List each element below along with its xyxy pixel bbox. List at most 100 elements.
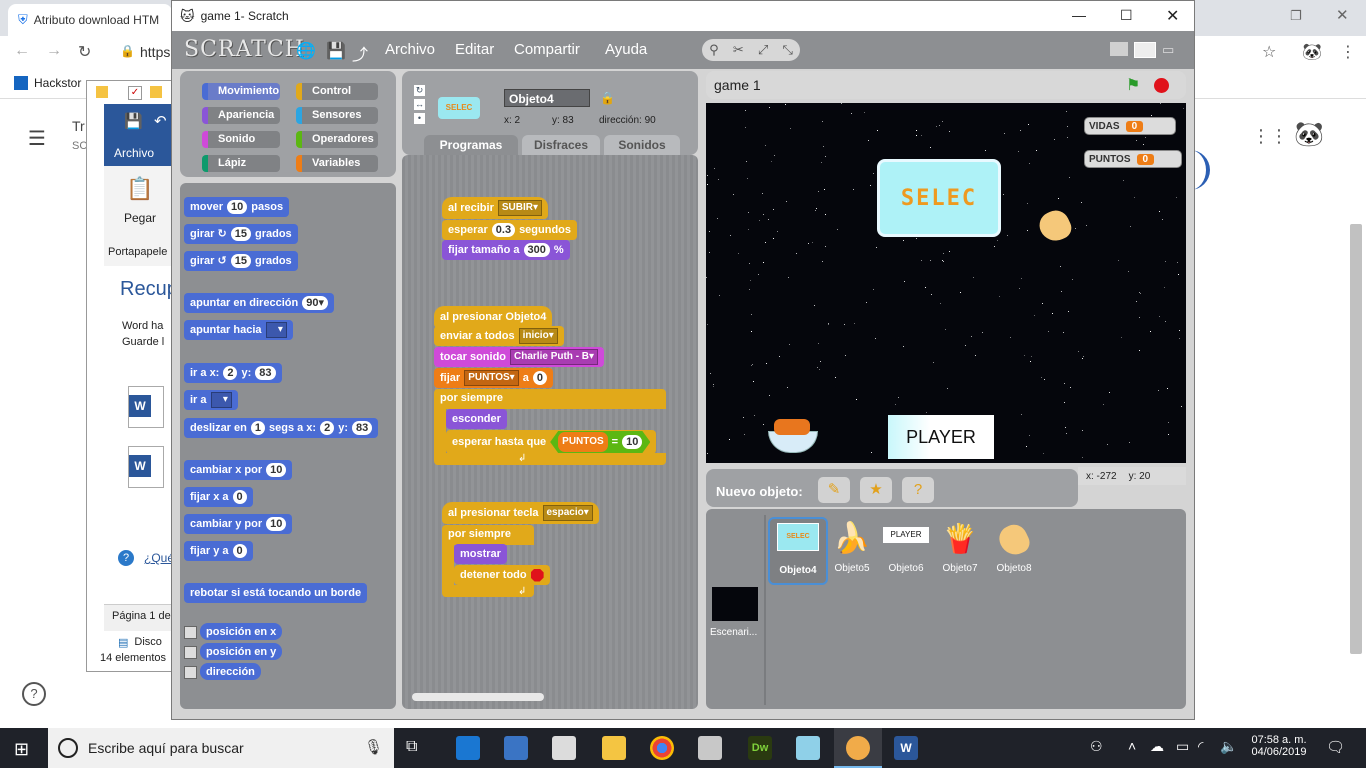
scanner-icon[interactable] — [698, 736, 722, 760]
category-motion[interactable]: Movimiento — [202, 83, 280, 100]
explorer-disk-item[interactable]: ▤ Disco — [118, 636, 162, 649]
save-icon[interactable]: 💾 — [326, 41, 346, 61]
block-when-sprite-clicked[interactable]: al presionar Objeto4 — [434, 306, 553, 328]
block-change-y[interactable]: cambiar y por 10 — [184, 514, 293, 534]
block-set-x[interactable]: fijar x a0 — [184, 487, 253, 507]
back-arrow-icon[interactable]: ← — [14, 42, 30, 60]
rotation-style-icons[interactable]: ↻ ↔ • — [414, 85, 425, 124]
tab-costumes[interactable]: Disfraces — [522, 135, 600, 155]
reporter-x-position[interactable]: posición en x — [200, 623, 283, 640]
checkbox-xpos[interactable] — [184, 626, 197, 639]
forward-arrow-icon[interactable]: → — [46, 42, 62, 60]
block-bounce[interactable]: rebotar si está tocando un borde — [184, 583, 368, 603]
block-change-x[interactable]: cambiar x por 10 — [184, 460, 293, 480]
notepad-icon[interactable] — [796, 736, 820, 760]
chrome-icon[interactable] — [650, 736, 674, 760]
block-move[interactable]: mover 10 pasos — [184, 197, 290, 217]
globe-icon[interactable]: 🌐 — [296, 41, 316, 61]
block-set-variable[interactable]: fijar PUNTOS▾ a 0 — [434, 368, 553, 388]
duplicate-stamp-icon[interactable]: ⚲ — [709, 42, 719, 58]
paint-new-sprite-icon[interactable]: ✎ — [818, 477, 850, 503]
profile-panda-icon[interactable]: 🐼 — [1294, 120, 1324, 149]
block-wait[interactable]: esperar 0.3 segundos — [442, 220, 578, 240]
block-glide[interactable]: deslizar en 1 segs a x: 2 y: 83 — [184, 418, 379, 438]
notifications-icon[interactable]: 🗨 — [1326, 738, 1345, 756]
presentation-mode-icon[interactable]: ▭ — [1162, 42, 1180, 57]
rotate-lr-icon[interactable]: ↔ — [414, 99, 425, 110]
stage-canvas[interactable]: VIDAS 0 PUNTOS 0 SELEC PLAYER — [706, 103, 1186, 463]
help-icon[interactable]: ? — [118, 550, 134, 566]
hamburger-menu-icon[interactable]: ☰ — [28, 126, 46, 151]
block-set-size[interactable]: fijar tamaño a 300% — [442, 240, 570, 260]
shrink-icon[interactable]: ⤡ — [783, 42, 793, 58]
tab-scripts[interactable]: Programas — [424, 135, 518, 155]
checkbox-direction[interactable] — [184, 666, 197, 679]
minimize-icon[interactable]: — — [1072, 7, 1086, 23]
bowl-of-fries-sprite[interactable] — [768, 415, 818, 453]
browser-tab[interactable]: ⛨ Atributo download HTM — [8, 4, 172, 36]
save-icon[interactable]: 💾 — [124, 112, 143, 130]
maximize-icon[interactable]: ☐ — [1120, 7, 1133, 24]
category-control[interactable]: Control — [296, 83, 378, 100]
browser-close-icon[interactable]: ✕ — [1336, 6, 1349, 24]
random-sprite-icon[interactable]: ? — [902, 477, 934, 503]
apps-grid-icon[interactable]: ⋮⋮ — [1252, 126, 1288, 147]
block-point-towards[interactable]: apuntar hacia ▾ — [184, 320, 293, 340]
stop-icon[interactable] — [1154, 78, 1169, 93]
sprite-objeto6[interactable]: PLAYER Objeto6 — [880, 521, 932, 581]
block-hide[interactable]: esconder — [446, 409, 507, 429]
dreamweaver-icon[interactable]: Dw — [748, 736, 772, 760]
windows-start-icon[interactable]: ⊞ — [14, 739, 29, 760]
microphone-icon[interactable]: 🎙 — [364, 738, 383, 756]
category-pen[interactable]: Lápiz — [202, 155, 280, 172]
sprite-objeto8[interactable]: Objeto8 — [988, 520, 1040, 581]
equals-operator[interactable]: PUNTOS = 10 — [550, 431, 650, 453]
select-sprite[interactable]: SELEC — [877, 159, 1001, 237]
block-goto[interactable]: ir a ▾ — [184, 390, 238, 410]
category-sound[interactable]: Sonido — [202, 131, 280, 148]
sprite-objeto4[interactable]: SELEC Objeto4 — [772, 521, 824, 581]
block-turn-left[interactable]: girar ↺ 15 grados — [184, 251, 298, 271]
block-set-y[interactable]: fijar y a0 — [184, 541, 253, 561]
close-icon[interactable]: ✕ — [1166, 6, 1179, 26]
bookmark-item[interactable]: Hackstor — [14, 76, 81, 90]
block-when-key-pressed[interactable]: al presionar tecla espacio▾ — [442, 502, 599, 524]
mail-icon[interactable] — [552, 736, 576, 760]
category-operators[interactable]: Operadores — [296, 131, 378, 148]
word-file-tab[interactable]: Archivo — [114, 146, 154, 160]
category-variables[interactable]: Variables — [296, 155, 378, 172]
clock[interactable]: 07:58 a. m. 04/06/2019 — [1248, 734, 1310, 758]
block-when-receive[interactable]: al recibir SUBIR▾ — [442, 197, 548, 219]
star-icon[interactable]: ☆ — [1262, 42, 1276, 62]
reporter-y-position[interactable]: posición en y — [200, 643, 283, 660]
lock-icon[interactable]: 🔒 — [600, 91, 615, 105]
player-sprite[interactable]: PLAYER — [888, 415, 994, 459]
browser-restore-icon[interactable]: ❐ — [1290, 8, 1302, 24]
help-link[interactable]: ¿Qué — [144, 551, 174, 565]
stage-thumbnail[interactable] — [712, 587, 758, 621]
file-explorer-icon[interactable] — [602, 736, 626, 760]
reload-icon[interactable]: ↻ — [78, 42, 91, 62]
edge-icon[interactable] — [456, 736, 480, 760]
paste-icon[interactable]: 📋 — [126, 176, 153, 202]
menu-archivo[interactable]: Archivo — [385, 41, 435, 58]
taskbar-search[interactable]: Escribe aquí para buscar 🎙 — [48, 728, 394, 768]
people-icon[interactable]: ⚇ — [1090, 738, 1103, 755]
store-icon[interactable] — [504, 736, 528, 760]
delete-scissors-icon[interactable]: ✂ — [733, 42, 744, 58]
sprite-name-field[interactable]: Objeto4 — [504, 89, 590, 107]
block-broadcast[interactable]: enviar a todos inicio▾ — [434, 326, 564, 346]
undo-icon[interactable]: ↶ — [154, 112, 167, 130]
block-play-sound[interactable]: tocar sonido Charlie Puth - B▾ — [434, 347, 605, 367]
cloud-icon[interactable]: ☁ — [1150, 738, 1164, 755]
sprite-objeto7[interactable]: 🍟 Objeto7 — [934, 521, 986, 581]
help-circle-icon[interactable]: ? — [22, 682, 46, 706]
tab-sounds[interactable]: Sonidos — [604, 135, 680, 155]
block-turn-right[interactable]: girar ↻ 15 grados — [184, 224, 298, 244]
battery-icon[interactable]: ▭ — [1176, 738, 1189, 755]
choose-sprite-icon[interactable]: ★ — [860, 477, 892, 503]
profile-avatar[interactable]: 🐼 — [1302, 42, 1322, 62]
task-view-icon[interactable]: ⧉ — [406, 738, 417, 756]
green-flag-icon[interactable]: ⚑ — [1126, 75, 1140, 95]
monitor-puntos[interactable]: PUNTOS 0 — [1084, 150, 1182, 168]
